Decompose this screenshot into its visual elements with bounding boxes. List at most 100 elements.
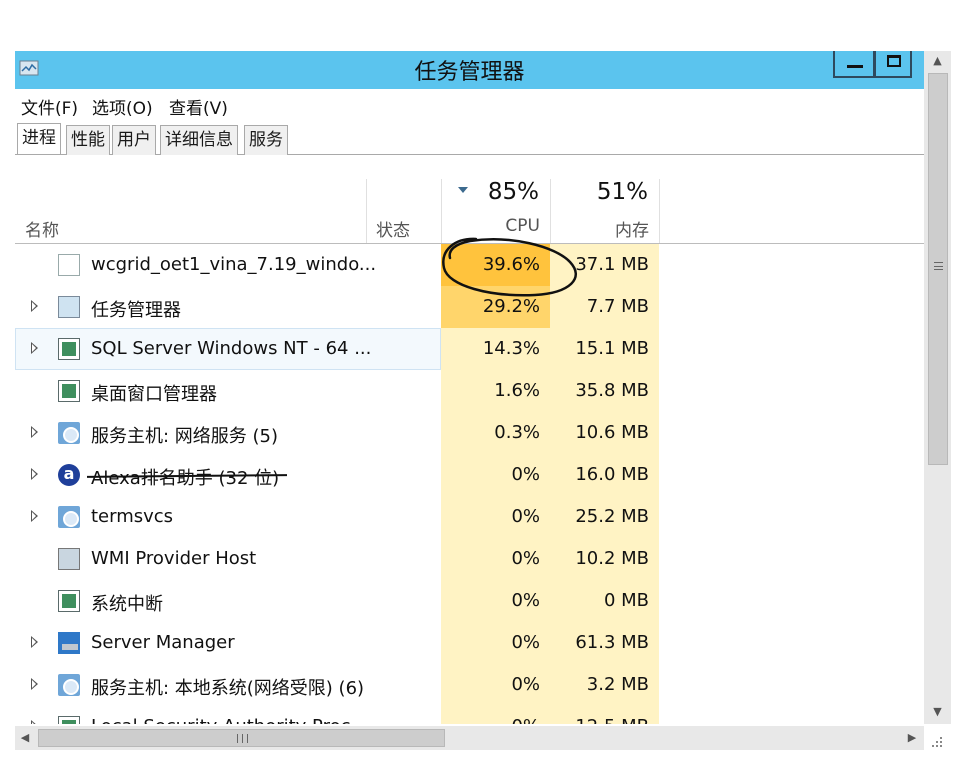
memory-value: 16.0 MB bbox=[575, 464, 649, 485]
title-bar[interactable]: 任务管理器 bbox=[15, 51, 924, 89]
process-name: 桌面窗口管理器 bbox=[91, 384, 217, 405]
column-divider[interactable] bbox=[659, 179, 660, 243]
expand-arrow-icon[interactable] bbox=[31, 510, 38, 522]
process-row[interactable]: wcgrid_oet1_vina_7.19_windo... 39.6% 37.1 … bbox=[15, 244, 924, 286]
memory-value: 10.2 MB bbox=[575, 548, 649, 569]
cpu-cell: 0.3% bbox=[441, 412, 550, 454]
process-name: Server Manager bbox=[91, 632, 235, 653]
vertical-scrollbar[interactable]: ▲ ▼ bbox=[924, 51, 951, 724]
tab-services[interactable]: 服务 bbox=[244, 125, 288, 155]
grip-icon bbox=[934, 262, 943, 270]
expand-arrow-icon[interactable] bbox=[31, 342, 38, 354]
task-manager-icon bbox=[58, 296, 80, 318]
process-row[interactable]: 服务主机: 网络服务 (5) 0.3% 10.6 MB bbox=[15, 412, 924, 454]
cpu-cell: 0% bbox=[441, 496, 550, 538]
process-row[interactable]: 任务管理器 29.2% 7.7 MB bbox=[15, 286, 924, 328]
cpu-cell: 0% bbox=[441, 580, 550, 622]
menu-options[interactable]: 选项(O) bbox=[92, 94, 153, 119]
memory-value: 10.6 MB bbox=[575, 422, 649, 443]
memory-value: 15.1 MB bbox=[575, 338, 649, 359]
memory-value: 7.7 MB bbox=[586, 296, 649, 317]
process-name: 服务主机: 本地系统(网络受限) (6) bbox=[91, 678, 365, 699]
expand-arrow-icon[interactable] bbox=[31, 426, 38, 438]
menu-view[interactable]: 查看(V) bbox=[169, 94, 228, 119]
minimize-icon bbox=[847, 65, 863, 68]
cpu-value: 14.3% bbox=[482, 338, 540, 359]
expand-arrow-icon[interactable] bbox=[31, 636, 38, 648]
process-row[interactable]: 系统中断 0% 0 MB bbox=[15, 580, 924, 622]
expand-arrow-icon[interactable] bbox=[31, 300, 38, 312]
process-name: WMI Provider Host bbox=[91, 548, 257, 569]
column-memory-header[interactable]: 内存 bbox=[615, 216, 649, 241]
memory-cell: 37.1 MB bbox=[550, 244, 659, 286]
scroll-down-icon[interactable]: ▼ bbox=[924, 702, 951, 722]
gear-icon bbox=[58, 422, 80, 444]
expand-arrow-icon[interactable] bbox=[31, 468, 38, 480]
cpu-cell: 0% bbox=[441, 454, 550, 496]
process-name: termsvcs bbox=[91, 506, 174, 527]
column-divider[interactable] bbox=[441, 179, 442, 243]
maximize-button[interactable] bbox=[874, 51, 912, 78]
tab-performance[interactable]: 性能 bbox=[66, 125, 110, 155]
process-row[interactable]: a Alexa排名助手 (32 位) 0% 16.0 MB bbox=[15, 454, 924, 496]
memory-cell: 12.5 MB bbox=[550, 706, 659, 724]
tab-users[interactable]: 用户 bbox=[112, 125, 156, 155]
memory-cell: 35.8 MB bbox=[550, 370, 659, 412]
memory-value: 37.1 MB bbox=[575, 254, 649, 275]
file-icon bbox=[58, 254, 80, 276]
memory-cell: 10.2 MB bbox=[550, 538, 659, 580]
scroll-right-icon[interactable]: ▶ bbox=[902, 726, 922, 750]
minimize-button[interactable] bbox=[833, 51, 875, 78]
cpu-cell: 0% bbox=[441, 538, 550, 580]
memory-value: 61.3 MB bbox=[575, 632, 649, 653]
maximize-icon bbox=[887, 55, 901, 67]
cpu-cell: 0% bbox=[441, 664, 550, 706]
gear-icon bbox=[58, 506, 80, 528]
process-list: wcgrid_oet1_vina_7.19_windo... 39.6% 37.1 … bbox=[15, 244, 924, 724]
process-name: 服务主机: 网络服务 (5) bbox=[91, 426, 279, 447]
scroll-up-icon[interactable]: ▲ bbox=[924, 51, 951, 71]
cpu-value: 0% bbox=[511, 632, 540, 653]
expand-arrow-icon[interactable] bbox=[31, 678, 38, 690]
scroll-left-icon[interactable]: ◀ bbox=[15, 726, 35, 750]
resize-grip-icon[interactable] bbox=[930, 735, 944, 749]
column-status-header[interactable]: 状态 bbox=[376, 216, 410, 241]
memory-total-percent[interactable]: 51% bbox=[597, 179, 648, 205]
process-row[interactable]: Server Manager 0% 61.3 MB bbox=[15, 622, 924, 664]
vertical-scroll-thumb[interactable] bbox=[928, 73, 948, 465]
process-row[interactable]: termsvcs 0% 25.2 MB bbox=[15, 496, 924, 538]
expand-arrow-icon[interactable] bbox=[31, 720, 38, 724]
cpu-value: 39.6% bbox=[482, 254, 540, 275]
alexa-icon: a bbox=[58, 464, 80, 486]
column-divider[interactable] bbox=[366, 179, 367, 243]
memory-value: 25.2 MB bbox=[575, 506, 649, 527]
process-row[interactable]: SQL Server Windows NT - 64 ... 14.3% 15.1 … bbox=[15, 328, 924, 370]
menu-bar: 文件(F) 选项(O) 查看(V) bbox=[15, 91, 924, 119]
process-row[interactable]: 桌面窗口管理器 1.6% 35.8 MB bbox=[15, 370, 924, 412]
process-row[interactable]: Local Security Authority Proc... 0% 12.5 M… bbox=[15, 706, 924, 724]
horizontal-scroll-thumb[interactable] bbox=[38, 729, 445, 747]
memory-value: 12.5 MB bbox=[575, 716, 649, 724]
memory-cell: 3.2 MB bbox=[550, 664, 659, 706]
cpu-total-percent[interactable]: 85% bbox=[488, 179, 539, 205]
horizontal-scrollbar[interactable]: ◀ ▶ bbox=[15, 726, 924, 750]
column-divider[interactable] bbox=[550, 179, 551, 243]
tab-details[interactable]: 详细信息 bbox=[160, 125, 238, 155]
tab-processes[interactable]: 进程 bbox=[17, 123, 61, 154]
process-row[interactable]: WMI Provider Host 0% 10.2 MB bbox=[15, 538, 924, 580]
cpu-cell: 1.6% bbox=[441, 370, 550, 412]
cpu-cell: 39.6% bbox=[441, 244, 550, 286]
cpu-value: 0% bbox=[511, 674, 540, 695]
cpu-cell: 0% bbox=[441, 622, 550, 664]
column-cpu-header[interactable]: CPU bbox=[505, 216, 540, 236]
process-row[interactable]: 服务主机: 本地系统(网络受限) (6) 0% 3.2 MB bbox=[15, 664, 924, 706]
window-title: 任务管理器 bbox=[414, 60, 525, 85]
menu-file[interactable]: 文件(F) bbox=[21, 94, 78, 119]
sort-descending-icon bbox=[458, 187, 468, 193]
memory-cell: 61.3 MB bbox=[550, 622, 659, 664]
column-name-header[interactable]: 名称 bbox=[25, 216, 59, 241]
cpu-value: 0% bbox=[511, 464, 540, 485]
process-name: SQL Server Windows NT - 64 ... bbox=[91, 338, 372, 359]
process-name: wcgrid_oet1_vina_7.19_windo... bbox=[91, 254, 377, 275]
task-manager-window: 任务管理器 文件(F) 选项(O) 查看(V) 进程 性能 用户 详细信息 服务… bbox=[15, 51, 924, 751]
